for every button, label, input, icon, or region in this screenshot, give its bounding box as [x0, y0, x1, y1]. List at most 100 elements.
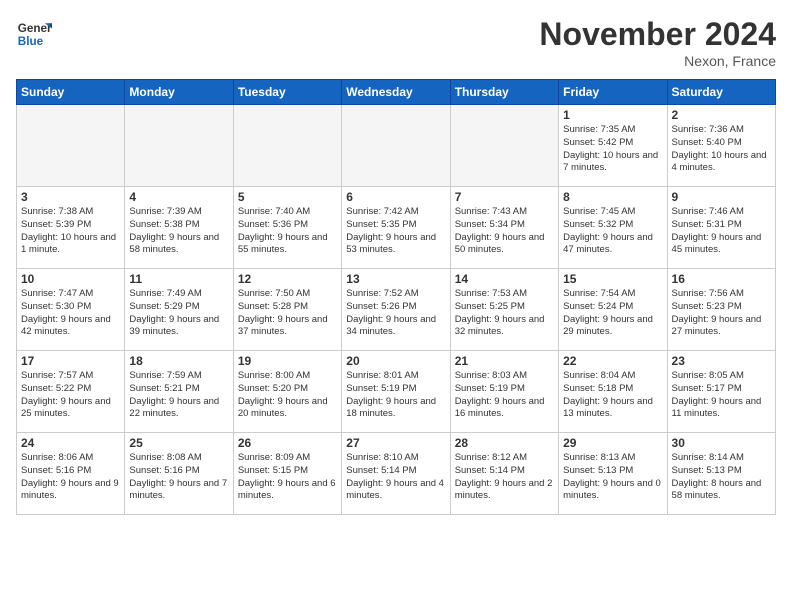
logo-icon: General Blue [16, 16, 52, 52]
logo: General Blue [16, 16, 52, 52]
day-number: 14 [455, 272, 554, 286]
cell-content: Sunrise: 7:35 AM Sunset: 5:42 PM Dayligh… [563, 124, 662, 175]
day-number: 28 [455, 436, 554, 450]
cell-content: Sunrise: 8:03 AM Sunset: 5:19 PM Dayligh… [455, 370, 554, 421]
calendar-cell: 19 Sunrise: 8:00 AM Sunset: 5:20 PM Dayli… [233, 351, 341, 433]
day-number: 29 [563, 436, 662, 450]
cell-content: Sunrise: 7:46 AM Sunset: 5:31 PM Dayligh… [672, 206, 771, 257]
calendar-cell: 21 Sunrise: 8:03 AM Sunset: 5:19 PM Dayli… [450, 351, 558, 433]
day-number: 15 [563, 272, 662, 286]
calendar-cell: 22 Sunrise: 8:04 AM Sunset: 5:18 PM Dayli… [559, 351, 667, 433]
day-number: 19 [238, 354, 337, 368]
cell-content: Sunrise: 8:08 AM Sunset: 5:16 PM Dayligh… [129, 452, 228, 503]
page-container: General Blue November 2024 Nexon, France… [0, 0, 792, 523]
cell-content: Sunrise: 7:36 AM Sunset: 5:40 PM Dayligh… [672, 124, 771, 175]
calendar-cell: 4 Sunrise: 7:39 AM Sunset: 5:38 PM Daylig… [125, 187, 233, 269]
calendar: Sunday Monday Tuesday Wednesday Thursday… [16, 79, 776, 515]
day-number: 8 [563, 190, 662, 204]
day-number: 26 [238, 436, 337, 450]
calendar-cell: 27 Sunrise: 8:10 AM Sunset: 5:14 PM Dayli… [342, 433, 450, 515]
cell-content: Sunrise: 7:57 AM Sunset: 5:22 PM Dayligh… [21, 370, 120, 421]
cell-content: Sunrise: 7:56 AM Sunset: 5:23 PM Dayligh… [672, 288, 771, 339]
calendar-cell: 14 Sunrise: 7:53 AM Sunset: 5:25 PM Dayli… [450, 269, 558, 351]
calendar-cell: 8 Sunrise: 7:45 AM Sunset: 5:32 PM Daylig… [559, 187, 667, 269]
month-title: November 2024 [539, 16, 776, 53]
day-number: 10 [21, 272, 120, 286]
cell-content: Sunrise: 8:06 AM Sunset: 5:16 PM Dayligh… [21, 452, 120, 503]
day-number: 6 [346, 190, 445, 204]
cell-content: Sunrise: 8:00 AM Sunset: 5:20 PM Dayligh… [238, 370, 337, 421]
calendar-cell: 9 Sunrise: 7:46 AM Sunset: 5:31 PM Daylig… [667, 187, 775, 269]
week-row-4: 17Sunrise: 7:57 AM Sunset: 5:22 PM Dayli… [17, 351, 776, 433]
day-number: 12 [238, 272, 337, 286]
week-row-5: 24Sunrise: 8:06 AM Sunset: 5:16 PM Dayli… [17, 433, 776, 515]
week-row-2: 3Sunrise: 7:38 AM Sunset: 5:39 PM Daylig… [17, 187, 776, 269]
calendar-cell: 16 Sunrise: 7:56 AM Sunset: 5:23 PM Dayli… [667, 269, 775, 351]
calendar-cell: 5 Sunrise: 7:40 AM Sunset: 5:36 PM Daylig… [233, 187, 341, 269]
calendar-cell: 15 Sunrise: 7:54 AM Sunset: 5:24 PM Dayli… [559, 269, 667, 351]
calendar-cell: 25Sunrise: 8:08 AM Sunset: 5:16 PM Dayli… [125, 433, 233, 515]
day-number: 30 [672, 436, 771, 450]
day-number: 22 [563, 354, 662, 368]
day-number: 21 [455, 354, 554, 368]
calendar-cell: 26Sunrise: 8:09 AM Sunset: 5:15 PM Dayli… [233, 433, 341, 515]
cell-content: Sunrise: 7:59 AM Sunset: 5:21 PM Dayligh… [129, 370, 228, 421]
cell-content: Sunrise: 7:45 AM Sunset: 5:32 PM Dayligh… [563, 206, 662, 257]
cell-content: Sunrise: 7:47 AM Sunset: 5:30 PM Dayligh… [21, 288, 120, 339]
svg-text:Blue: Blue [18, 35, 44, 48]
title-block: November 2024 Nexon, France [539, 16, 776, 69]
calendar-cell: 1 Sunrise: 7:35 AM Sunset: 5:42 PM Daylig… [559, 105, 667, 187]
day-number: 11 [129, 272, 228, 286]
calendar-cell [342, 105, 450, 187]
day-number: 4 [129, 190, 228, 204]
day-number: 2 [672, 108, 771, 122]
header-saturday: Saturday [667, 80, 775, 105]
cell-content: Sunrise: 7:43 AM Sunset: 5:34 PM Dayligh… [455, 206, 554, 257]
calendar-cell: 29 Sunrise: 8:13 AM Sunset: 5:13 PM Dayli… [559, 433, 667, 515]
header: General Blue November 2024 Nexon, France [16, 16, 776, 69]
day-number: 18 [129, 354, 228, 368]
header-monday: Monday [125, 80, 233, 105]
day-number: 1 [563, 108, 662, 122]
day-number: 23 [672, 354, 771, 368]
header-wednesday: Wednesday [342, 80, 450, 105]
day-number: 20 [346, 354, 445, 368]
cell-content: Sunrise: 8:05 AM Sunset: 5:17 PM Dayligh… [672, 370, 771, 421]
cell-content: Sunrise: 8:14 AM Sunset: 5:13 PM Dayligh… [672, 452, 771, 503]
calendar-cell: 11 Sunrise: 7:49 AM Sunset: 5:29 PM Dayli… [125, 269, 233, 351]
day-number: 7 [455, 190, 554, 204]
calendar-cell: 30 Sunrise: 8:14 AM Sunset: 5:13 PM Dayli… [667, 433, 775, 515]
cell-content: Sunrise: 7:52 AM Sunset: 5:26 PM Dayligh… [346, 288, 445, 339]
week-row-1: 1 Sunrise: 7:35 AM Sunset: 5:42 PM Daylig… [17, 105, 776, 187]
day-number: 9 [672, 190, 771, 204]
calendar-cell: 6 Sunrise: 7:42 AM Sunset: 5:35 PM Daylig… [342, 187, 450, 269]
cell-content: Sunrise: 7:39 AM Sunset: 5:38 PM Dayligh… [129, 206, 228, 257]
day-number: 3 [21, 190, 120, 204]
cell-content: Sunrise: 8:04 AM Sunset: 5:18 PM Dayligh… [563, 370, 662, 421]
cell-content: Sunrise: 7:49 AM Sunset: 5:29 PM Dayligh… [129, 288, 228, 339]
cell-content: Sunrise: 7:42 AM Sunset: 5:35 PM Dayligh… [346, 206, 445, 257]
cell-content: Sunrise: 7:40 AM Sunset: 5:36 PM Dayligh… [238, 206, 337, 257]
calendar-cell [17, 105, 125, 187]
header-friday: Friday [559, 80, 667, 105]
calendar-header-row: Sunday Monday Tuesday Wednesday Thursday… [17, 80, 776, 105]
calendar-cell [233, 105, 341, 187]
cell-content: Sunrise: 7:53 AM Sunset: 5:25 PM Dayligh… [455, 288, 554, 339]
calendar-cell: 17Sunrise: 7:57 AM Sunset: 5:22 PM Dayli… [17, 351, 125, 433]
calendar-cell: 20Sunrise: 8:01 AM Sunset: 5:19 PM Dayli… [342, 351, 450, 433]
cell-content: Sunrise: 8:13 AM Sunset: 5:13 PM Dayligh… [563, 452, 662, 503]
calendar-cell [125, 105, 233, 187]
cell-content: Sunrise: 8:12 AM Sunset: 5:14 PM Dayligh… [455, 452, 554, 503]
day-number: 13 [346, 272, 445, 286]
location: Nexon, France [539, 53, 776, 69]
header-sunday: Sunday [17, 80, 125, 105]
day-number: 16 [672, 272, 771, 286]
cell-content: Sunrise: 7:50 AM Sunset: 5:28 PM Dayligh… [238, 288, 337, 339]
calendar-cell: 13 Sunrise: 7:52 AM Sunset: 5:26 PM Dayli… [342, 269, 450, 351]
day-number: 5 [238, 190, 337, 204]
day-number: 27 [346, 436, 445, 450]
cell-content: Sunrise: 7:54 AM Sunset: 5:24 PM Dayligh… [563, 288, 662, 339]
calendar-cell: 2 Sunrise: 7:36 AM Sunset: 5:40 PM Daylig… [667, 105, 775, 187]
calendar-cell: 12 Sunrise: 7:50 AM Sunset: 5:28 PM Dayli… [233, 269, 341, 351]
cell-content: Sunrise: 8:10 AM Sunset: 5:14 PM Dayligh… [346, 452, 445, 503]
